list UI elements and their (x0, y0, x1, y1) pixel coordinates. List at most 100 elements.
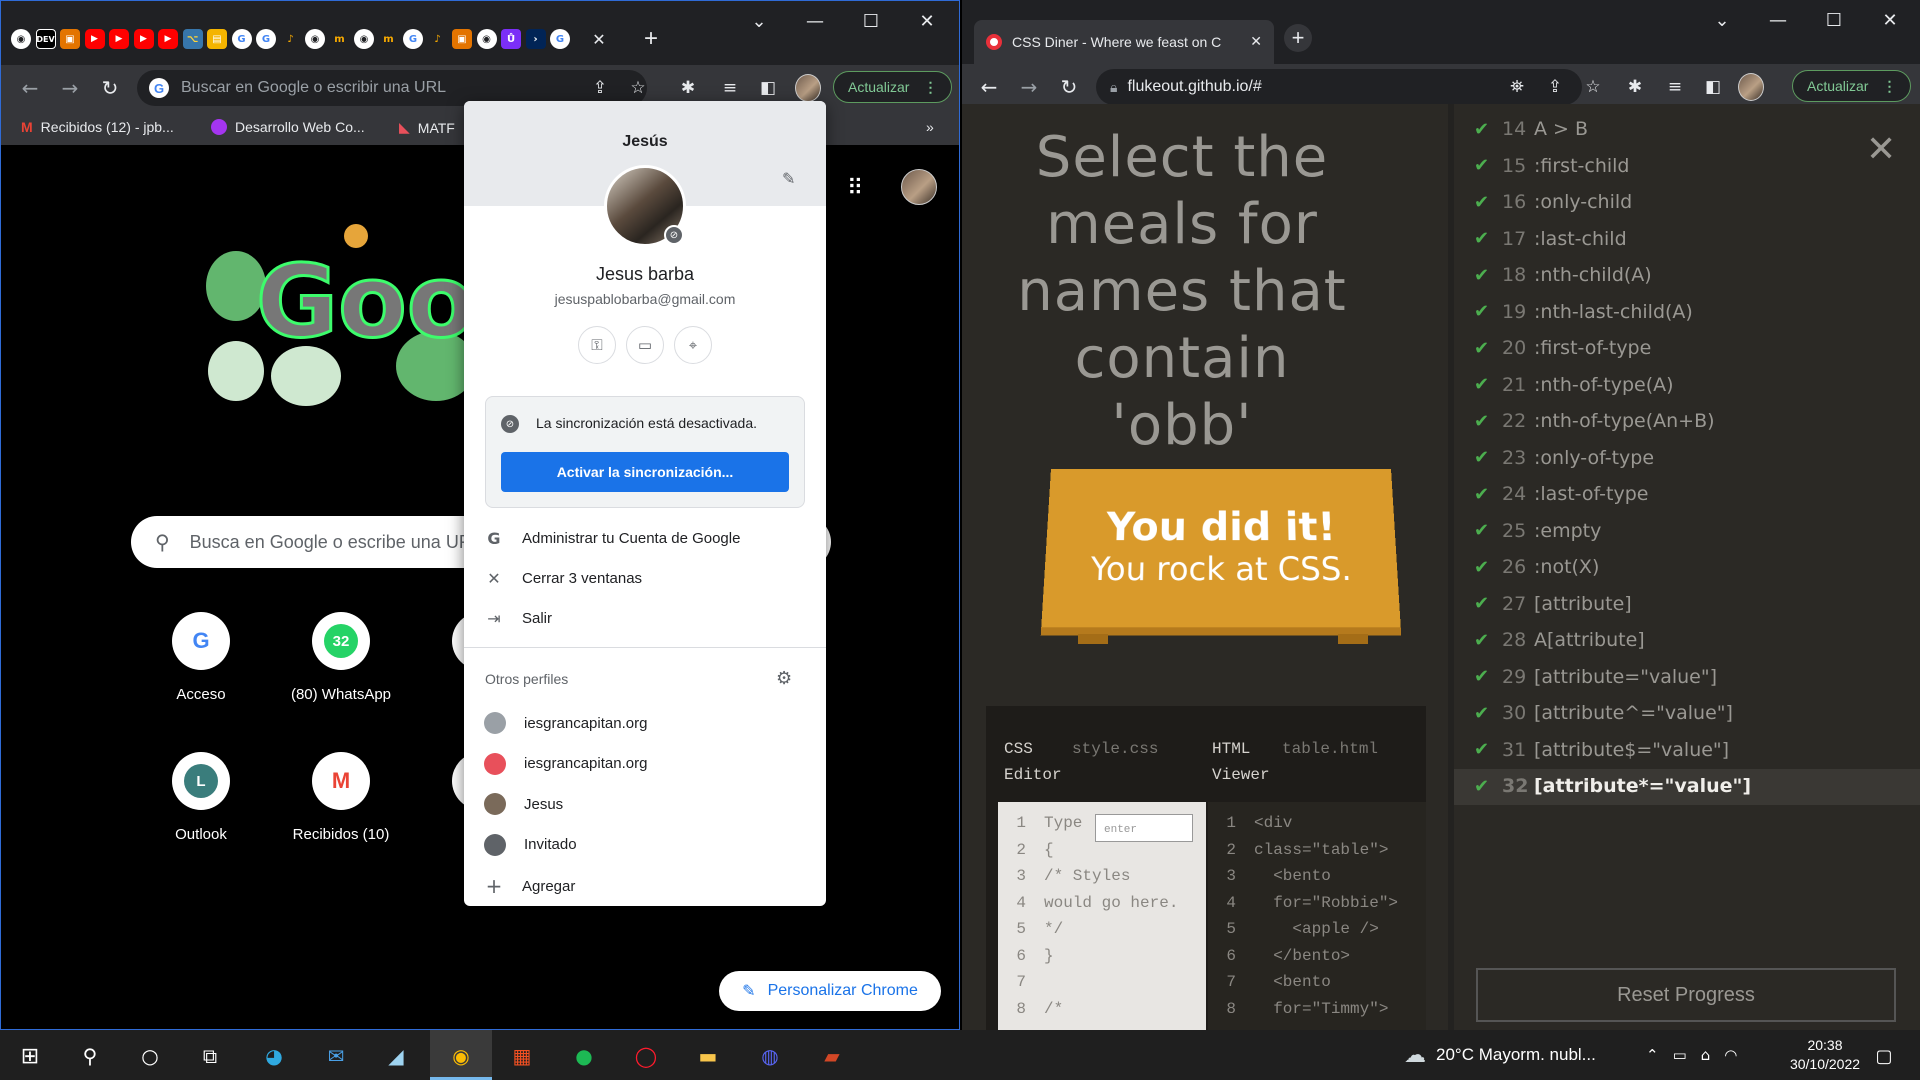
google-tab-icon[interactable]: G (550, 29, 570, 49)
addresses-pin-icon[interactable]: ⌖ (674, 326, 712, 364)
youtube-tab-icon[interactable] (109, 29, 129, 49)
passwords-key-icon[interactable]: ⚿ (578, 326, 616, 364)
update-button[interactable]: Actualizar ⋮ (833, 71, 953, 103)
chrome-tab-icon[interactable]: ◉ (11, 29, 31, 49)
profile-item[interactable]: Jesus (484, 793, 563, 815)
maximize-button[interactable]: ☐ (843, 3, 899, 39)
close-window-button[interactable]: ✕ (1862, 2, 1918, 38)
purple-tab-icon[interactable]: Ů (501, 29, 521, 49)
tab-search-icon[interactable]: ⌄ (731, 3, 787, 39)
level-item[interactable]: ✔ 27 [attribute] (1474, 593, 1632, 615)
minimize-button[interactable]: — (787, 3, 843, 39)
close-window-button[interactable]: ✕ (899, 3, 955, 39)
level-item[interactable]: ✔ 21:nth-of-type(A) (1474, 374, 1674, 396)
notifications-icon[interactable]: ▢ (1866, 1038, 1902, 1074)
close-tab-icon[interactable]: ✕ (1250, 34, 1262, 50)
side-panel-icon[interactable]: ◧ (755, 75, 781, 101)
level-item[interactable]: ✔ 23:only-of-type (1474, 447, 1654, 469)
cortana-icon[interactable]: ○ (132, 1038, 168, 1074)
opera-icon[interactable]: ◯ (628, 1038, 664, 1074)
level-item[interactable]: ✔ 15:first-child (1474, 155, 1630, 177)
manage-profiles-gear-icon[interactable]: ⚙ (776, 668, 792, 689)
bookmark-item[interactable]: ◣ MATF (399, 119, 455, 136)
minimize-button[interactable]: — (1750, 2, 1806, 38)
manage-account-item[interactable]: G Administrar tu Cuenta de Google (484, 529, 740, 548)
turn-on-sync-button[interactable]: Activar la sincronización... (501, 452, 789, 492)
search-icon[interactable]: ⚲ (72, 1038, 108, 1074)
extensions-icon[interactable]: ✱ (1622, 74, 1648, 100)
close-panel-icon[interactable]: ✕ (1866, 132, 1896, 168)
file-explorer-icon[interactable]: ▬ (690, 1038, 726, 1074)
google-tab-icon[interactable]: G (403, 29, 423, 49)
back-icon[interactable]: ← (974, 72, 1004, 102)
img-tab-icon[interactable]: ▣ (452, 29, 472, 49)
level-item[interactable]: ✔ 30 [attribute^="value"] (1474, 702, 1733, 724)
notes-icon[interactable]: ◢ (378, 1038, 414, 1074)
level-item[interactable]: ✔ 29 [attribute="value"] (1474, 666, 1717, 688)
extensions-icon[interactable]: ✱ (675, 75, 701, 101)
level-item[interactable]: ✔ 28 A[attribute] (1474, 629, 1645, 651)
back-icon[interactable]: ← (15, 73, 45, 103)
payment-card-icon[interactable]: ▭ (626, 326, 664, 364)
task-view-icon[interactable]: ⧉ (192, 1038, 228, 1074)
reading-list-icon[interactable]: ≡ (1662, 74, 1688, 100)
bookmark-star-icon[interactable]: ☆ (625, 75, 651, 101)
python-tab-icon[interactable]: ⌥ (182, 29, 203, 49)
shortcut-tile[interactable]: G Acceso (136, 612, 266, 703)
dev-tab-icon[interactable]: DEV (35, 29, 56, 49)
close-windows-item[interactable]: ✕ Cerrar 3 ventanas (484, 569, 642, 588)
level-item[interactable]: ✔ 31 [attribute$="value"] (1474, 739, 1729, 761)
reload-icon[interactable]: ↻ (1054, 72, 1084, 102)
chevron-up-icon[interactable]: ⌃ (1646, 1046, 1659, 1064)
shortcut-tile[interactable]: M Recibidos (10) (276, 752, 406, 843)
google-tab-icon[interactable]: G (231, 29, 252, 49)
level-item[interactable]: ✔ 25:empty (1474, 520, 1601, 542)
bookmark-item[interactable]: M Recibidos (12) - jpb... (21, 119, 174, 135)
new-tab-button[interactable]: + (1284, 24, 1312, 52)
bookmark-star-icon[interactable]: ☆ (1580, 74, 1606, 100)
translate-icon[interactable]: ⛯ (1504, 74, 1530, 100)
profile-item[interactable]: iesgrancapitan.org (484, 712, 647, 734)
new-tab-button[interactable]: + (637, 25, 665, 53)
reset-progress-button[interactable]: Reset Progress (1476, 968, 1896, 1022)
css-selector-input[interactable]: enter (1095, 814, 1193, 842)
tab-search-icon[interactable]: ⌄ (1694, 2, 1750, 38)
level-item[interactable]: ✔ 19:nth-last-child(A) (1474, 301, 1693, 323)
level-item[interactable]: ✔ 17:last-child (1474, 228, 1627, 250)
reload-icon[interactable]: ↻ (95, 73, 125, 103)
img-tab-icon[interactable]: ▣ (60, 29, 80, 49)
spotify-icon[interactable]: ● (566, 1038, 602, 1074)
mail-icon[interactable]: ✉ (318, 1038, 354, 1074)
css-pane[interactable]: 1 Type 2 {3 /* Styles 4 would go here. 5 */ 6} 7 8 /… (998, 802, 1206, 1030)
start-windows-icon[interactable]: ⊞ (12, 1038, 48, 1074)
weather-widget[interactable]: ☁ 20°C Mayorm. nubl... (1404, 1030, 1596, 1080)
discord-icon[interactable]: ◍ (752, 1038, 788, 1074)
level-item[interactable]: ✔ 14 A > B (1474, 118, 1588, 140)
level-item[interactable]: ✔ 18:nth-child(A) (1474, 264, 1652, 286)
terminal-tab-icon[interactable]: › (525, 29, 546, 49)
share-icon[interactable]: ⇪ (587, 75, 613, 101)
powerpoint-icon[interactable]: ▰ (814, 1038, 850, 1074)
mi-tab-icon[interactable]: m (379, 29, 399, 49)
side-panel-icon[interactable]: ◧ (1700, 74, 1726, 100)
customize-chrome-button[interactable]: ✎ Personalizar Chrome (719, 971, 941, 1011)
profile-avatar-button[interactable] (1738, 73, 1764, 101)
chrome-icon[interactable]: ◉ (443, 1038, 479, 1074)
music-tab-icon[interactable]: ♪ (428, 29, 448, 49)
battery-icon[interactable]: ▭ (1673, 1046, 1687, 1064)
level-item[interactable]: ✔ 16:only-child (1474, 191, 1632, 213)
profile-item[interactable]: iesgrancapitan.org (484, 752, 647, 775)
reading-list-icon[interactable]: ≡ (717, 75, 743, 101)
google-doodle[interactable]: Goo (196, 206, 496, 426)
clock[interactable]: 20:38 30/10/2022 (1780, 1036, 1870, 1074)
edit-profile-icon[interactable]: ✎ (782, 169, 795, 189)
level-item[interactable]: ✔ 32 [attribute*="value"] (1474, 775, 1751, 797)
apps-grid-icon[interactable]: ⠿ (847, 176, 863, 201)
sign-out-item[interactable]: ⇥ Salir (484, 609, 552, 628)
add-profile-item[interactable]: + Agregar (484, 874, 576, 898)
level-item[interactable]: ✔ 26:not(X) (1474, 556, 1599, 578)
music-tab-icon[interactable]: ♪ (281, 29, 301, 49)
maximize-button[interactable]: ☐ (1806, 2, 1862, 38)
edge-icon[interactable]: ◕ (256, 1038, 292, 1074)
google-tab-icon[interactable]: G (256, 29, 276, 49)
